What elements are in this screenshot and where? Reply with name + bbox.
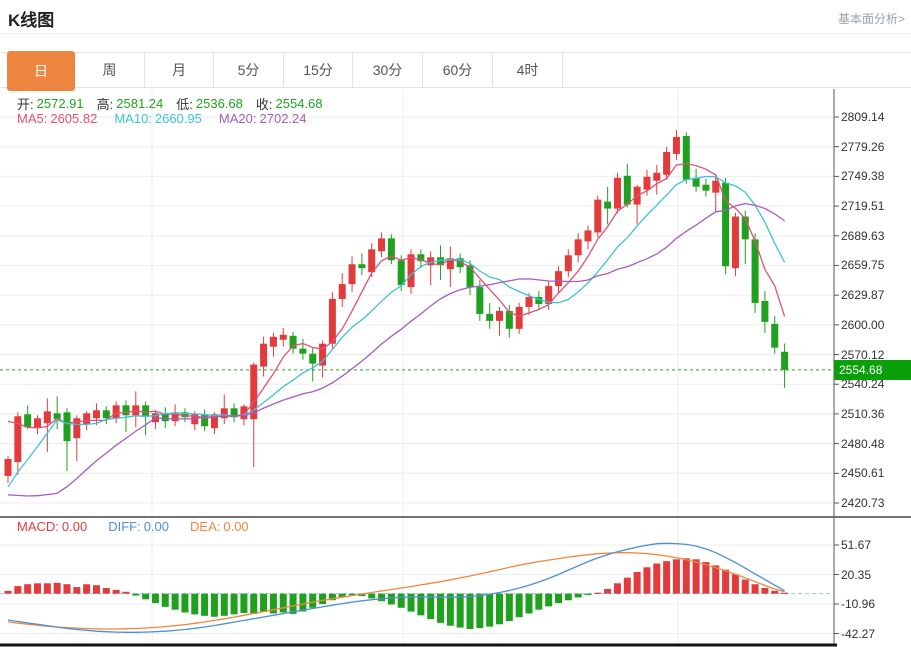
readout-value: 2572.91 bbox=[37, 96, 84, 111]
readout-value: 0.00 bbox=[62, 519, 87, 534]
candles-layer bbox=[5, 130, 789, 483]
readout-value: 0.00 bbox=[144, 519, 169, 534]
price-axis-label: 2480.48 bbox=[841, 437, 911, 451]
grid-lines bbox=[0, 89, 834, 643]
ma5-line bbox=[8, 164, 785, 428]
price-axis-label: 2600.00 bbox=[841, 318, 911, 332]
price-axis-label: 2809.14 bbox=[841, 110, 911, 124]
price-axis-label: 2749.38 bbox=[841, 169, 911, 183]
ma-readout: MA5:2605.82 MA10:2660.95 MA20:2702.24 bbox=[17, 111, 307, 126]
tab-week[interactable]: 周 bbox=[75, 53, 145, 87]
macd-axis-label: -42.27 bbox=[841, 627, 911, 641]
price-axis-label: 2719.51 bbox=[841, 199, 911, 213]
tab-day[interactable]: 日 bbox=[7, 51, 75, 91]
readout-label: MA10: bbox=[114, 111, 152, 126]
macd-axis-label: 51.67 bbox=[841, 538, 911, 552]
price-axis-label: 2659.75 bbox=[841, 258, 911, 272]
period-tabbar: 日周月5分15分30分60分4时 bbox=[0, 52, 911, 88]
readout-value: 0.00 bbox=[223, 519, 248, 534]
readout-value: 2605.82 bbox=[50, 111, 97, 126]
price-axis-label: 2689.63 bbox=[841, 229, 911, 243]
price-axis-label: 2420.73 bbox=[841, 496, 911, 510]
readout-value: 2554.68 bbox=[276, 96, 323, 111]
readout-item: MA20:2702.24 bbox=[219, 111, 307, 126]
price-axis-label: 2510.36 bbox=[841, 407, 911, 421]
tab-60min[interactable]: 60分 bbox=[423, 53, 493, 87]
readout-label: MA20: bbox=[219, 111, 257, 126]
readout-value: 2702.24 bbox=[260, 111, 307, 126]
price-axis-label: 2779.26 bbox=[841, 140, 911, 154]
macd-axis-label: -10.96 bbox=[841, 597, 911, 611]
bottom-border bbox=[0, 644, 837, 647]
readout-value: 2660.95 bbox=[155, 111, 202, 126]
price-axis-label: 2450.61 bbox=[841, 466, 911, 480]
readout-item: DEA:0.00 bbox=[190, 519, 249, 534]
readout-item: MA10:2660.95 bbox=[114, 111, 202, 126]
readout-item: DIFF:0.00 bbox=[108, 519, 169, 534]
tab-15min[interactable]: 15分 bbox=[284, 53, 353, 87]
macd-axis-label: 20.35 bbox=[841, 568, 911, 582]
tab-30min[interactable]: 30分 bbox=[353, 53, 423, 87]
readout-item: MACD:0.00 bbox=[17, 519, 87, 534]
ma10-line bbox=[8, 177, 785, 487]
readout-label: MA5: bbox=[17, 111, 47, 126]
readout-value: 2581.24 bbox=[116, 96, 163, 111]
last-price-tag: 2554.68 bbox=[834, 360, 911, 380]
readout-item: MA5:2605.82 bbox=[17, 111, 97, 126]
readout-value: 2536.68 bbox=[196, 96, 243, 111]
readout-label: DIFF: bbox=[108, 519, 141, 534]
macd-readout: MACD:0.00DIFF:0.00DEA:0.00 bbox=[17, 519, 249, 534]
tab-4hour[interactable]: 4时 bbox=[493, 53, 563, 87]
readout-label: MACD: bbox=[17, 519, 59, 534]
kline-page: K线图 基本面分析> 日周月5分15分30分60分4时 开:2572.91高:2… bbox=[0, 0, 911, 647]
tab-month[interactable]: 月 bbox=[145, 53, 214, 87]
ma20-line bbox=[8, 204, 785, 496]
tab-5min[interactable]: 5分 bbox=[214, 53, 284, 87]
readout-label: DEA: bbox=[190, 519, 220, 534]
price-axis-label: 2629.87 bbox=[841, 288, 911, 302]
